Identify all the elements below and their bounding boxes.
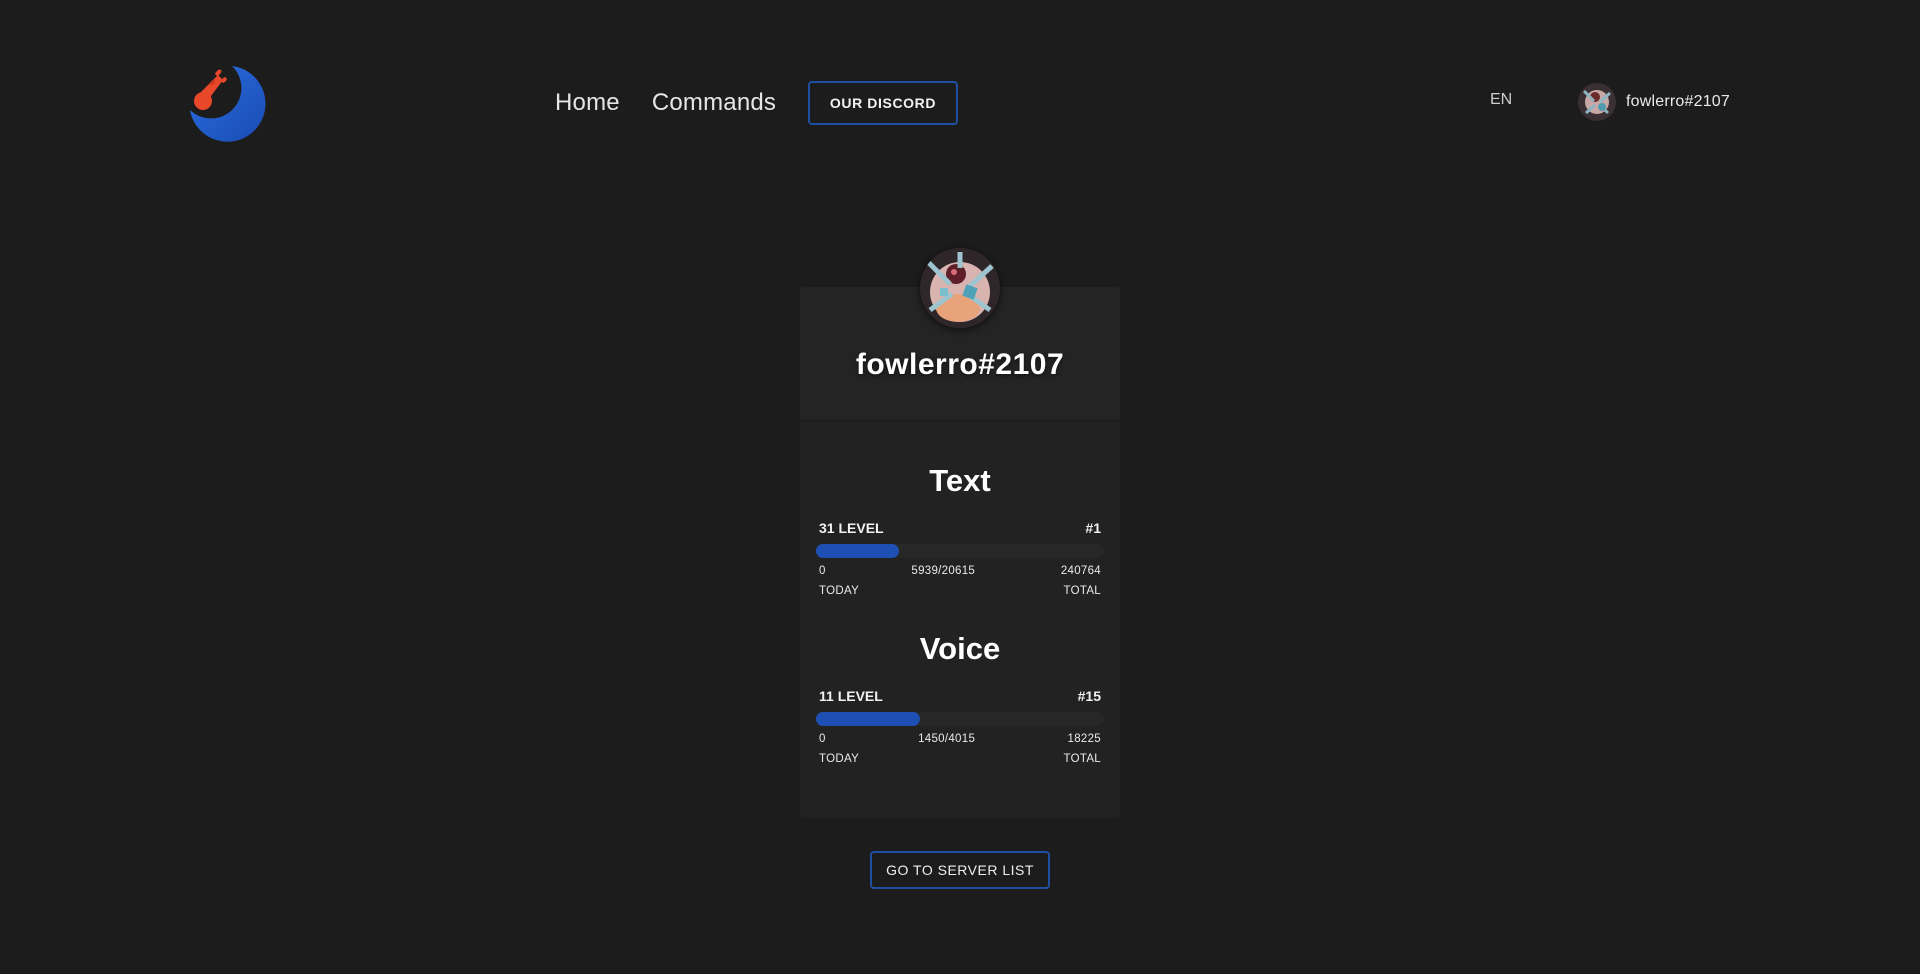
nav-commands-link[interactable]: Commands [652,89,776,117]
profile-username: fowlerro#2107 [855,348,1065,381]
logo[interactable] [188,64,266,142]
text-level: 31 LEVEL [819,520,884,536]
page: Home Commands OUR DISCORD EN fowlerro#21… [0,0,1920,974]
voice-rank: #15 [1077,688,1101,704]
text-today-value: 0 [819,565,826,577]
profile-avatar [920,248,1000,328]
text-rank: #1 [1085,520,1101,536]
text-progress-fill [816,544,899,558]
user-menu[interactable]: fowlerro#2107 [1578,83,1730,121]
go-to-server-list-button[interactable]: GO TO SERVER LIST [870,851,1050,889]
voice-level-row: 11 LEVEL #15 [819,688,1101,704]
nav-home-link[interactable]: Home [555,89,620,117]
language-selector[interactable]: EN [1490,91,1512,109]
text-total-label: TOTAL [1063,585,1101,597]
voice-labels-row: TODAY TOTAL [819,753,1101,765]
user-avatar [1578,83,1616,121]
voice-total-value: 18225 [1067,733,1101,745]
text-today-label: TODAY [819,585,860,597]
user-name: fowlerro#2107 [1626,93,1730,110]
voice-today-label: TODAY [819,753,860,765]
our-discord-button[interactable]: OUR DISCORD [808,81,958,125]
text-level-row: 31 LEVEL #1 [819,520,1101,536]
voice-level: 11 LEVEL [819,688,883,704]
text-labels-row: TODAY TOTAL [819,585,1101,597]
main-nav: Home Commands [555,81,808,125]
text-section-title: Text [929,463,991,498]
voice-today-value: 0 [819,733,826,745]
text-values-row: 0 5939/20615 240764 [819,565,1101,577]
voice-xp-progress: 1450/4015 [918,733,976,745]
voice-section-title: Voice [919,631,1001,666]
voice-values-row: 0 1450/4015 18225 [819,733,1101,745]
voice-progress-bar [816,712,1104,726]
voice-progress-fill [816,712,920,726]
text-xp-progress: 5939/20615 [911,565,976,577]
moon-meteor-icon [190,66,266,142]
voice-total-label: TOTAL [1063,753,1101,765]
text-total-value: 240764 [1060,565,1101,577]
text-progress-bar [816,544,1104,558]
